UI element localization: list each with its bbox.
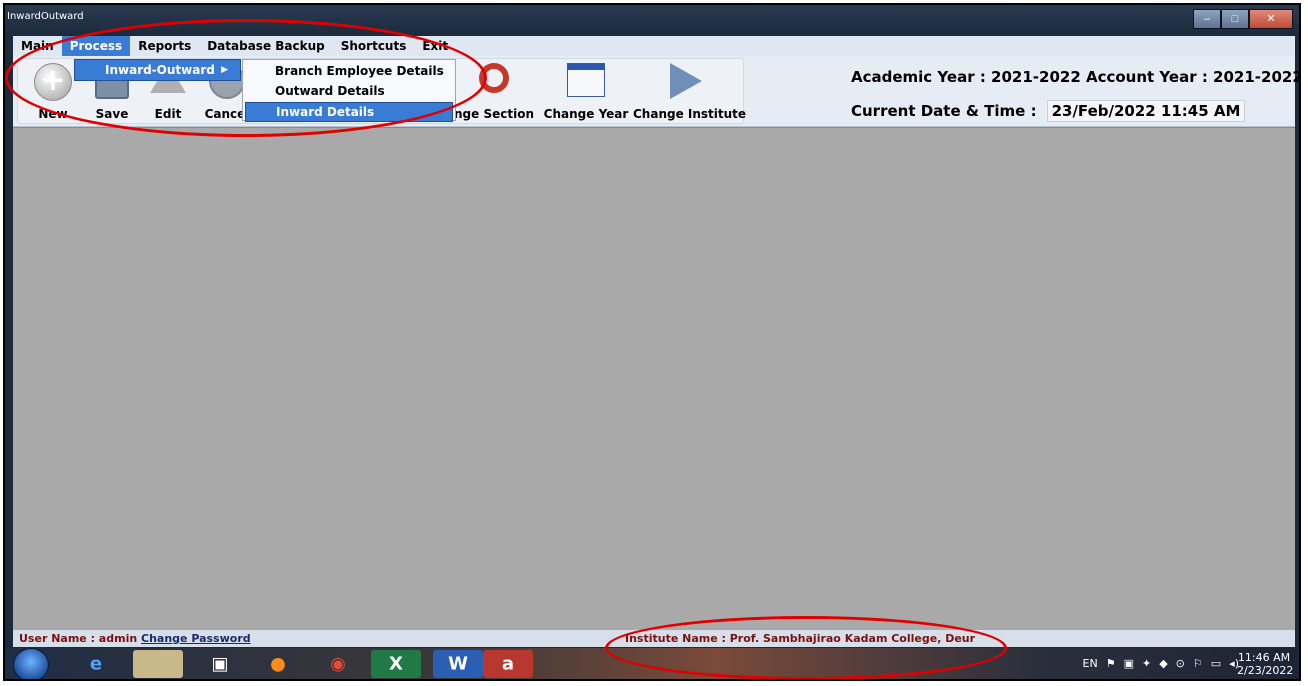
- change-year-label: Change Year: [543, 107, 629, 121]
- flag-tray-icon[interactable]: ⚐: [1193, 657, 1203, 670]
- close-button[interactable]: ✕: [1249, 9, 1293, 29]
- workspace-area: [13, 127, 1295, 630]
- datetime-label: Current Date & Time :: [851, 102, 1037, 120]
- minimize-button[interactable]: –: [1193, 9, 1221, 29]
- display-tray-icon[interactable]: ◆: [1159, 657, 1167, 670]
- user-name-text: User Name : admin: [19, 632, 138, 645]
- system-tray: EN ⚑ ▣ ✦ ◆ ⊙ ⚐ ▭ ◂): [1083, 657, 1239, 670]
- change-institute-button[interactable]: Change Institute: [633, 59, 747, 123]
- explorer-taskbar-icon[interactable]: [133, 650, 183, 678]
- datetime-value: 23/Feb/2022 11:45 AM: [1046, 100, 1246, 122]
- annotation-ellipse-institute: [605, 616, 1007, 679]
- app-a-taskbar-icon[interactable]: a: [483, 650, 533, 678]
- word-taskbar-icon[interactable]: W: [433, 650, 483, 678]
- start-button[interactable]: [13, 648, 49, 679]
- maximize-button[interactable]: □: [1221, 9, 1249, 29]
- pdf-tray-icon[interactable]: ⚑: [1106, 657, 1116, 670]
- clock-date: 2/23/2022: [1237, 664, 1294, 677]
- app-window: InwardOutward – □ ✕ Main Process Reports…: [3, 3, 1301, 681]
- window-title: InwardOutward: [7, 11, 84, 22]
- app-tray-icon[interactable]: ▣: [1124, 657, 1134, 670]
- chrome-taskbar-icon[interactable]: ◉: [313, 650, 363, 678]
- window-controls: – □ ✕: [1193, 9, 1293, 29]
- change-section-label: nge Section: [454, 107, 534, 121]
- language-indicator[interactable]: EN: [1083, 657, 1098, 670]
- datetime-row: Current Date & Time : 23/Feb/2022 11:45 A…: [851, 100, 1246, 122]
- media-taskbar-icon[interactable]: ▣: [195, 650, 245, 678]
- annotation-ellipse-menu: [5, 19, 487, 137]
- arrow-right-icon: [670, 63, 702, 99]
- excel-taskbar-icon[interactable]: X: [371, 650, 421, 678]
- change-password-link[interactable]: Change Password: [141, 632, 251, 645]
- search-tray-icon[interactable]: ⊙: [1176, 657, 1185, 670]
- academic-year-text: Academic Year : 2021-2022 Account Year :…: [851, 68, 1301, 86]
- firefox-taskbar-icon[interactable]: ●: [253, 650, 303, 678]
- ie-taskbar-icon[interactable]: e: [71, 650, 121, 678]
- network-tray-icon[interactable]: ✦: [1142, 657, 1151, 670]
- clock-time: 11:46 AM: [1237, 651, 1291, 664]
- calendar-icon: [567, 63, 605, 97]
- clock[interactable]: 11:46 AM 2/23/2022: [1237, 651, 1294, 677]
- change-institute-label: Change Institute: [633, 107, 747, 121]
- monitor-tray-icon[interactable]: ▭: [1211, 657, 1221, 670]
- change-year-button[interactable]: Change Year: [543, 59, 629, 123]
